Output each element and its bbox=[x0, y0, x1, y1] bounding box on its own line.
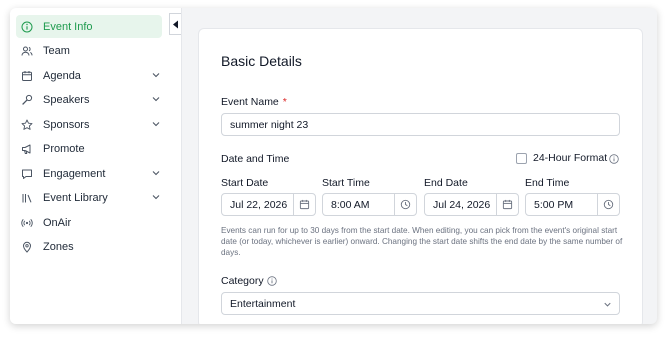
sidebar-item-label: Team bbox=[43, 44, 70, 57]
end-date-value: Jul 24, 2026 bbox=[433, 198, 491, 211]
sidebar-item-engagement[interactable]: Engagement bbox=[16, 162, 162, 185]
chevron-down-icon[interactable] bbox=[150, 93, 162, 105]
start-time-input[interactable]: 8:00 AM bbox=[322, 193, 417, 216]
star-icon bbox=[20, 118, 34, 132]
info-icon[interactable] bbox=[609, 154, 619, 164]
sidebar-item-label: OnAir bbox=[43, 216, 72, 229]
sidebar-item-label: Speakers bbox=[43, 93, 90, 106]
sidebar-item-label: Engagement bbox=[43, 167, 106, 180]
sidebar-item-event-library[interactable]: Event Library bbox=[16, 186, 162, 209]
chevron-down-icon[interactable] bbox=[150, 167, 162, 179]
megaphone-icon bbox=[20, 142, 34, 156]
date-help-text: Events can run for up to 30 days from th… bbox=[221, 226, 623, 258]
sidebar-item-label: Sponsors bbox=[43, 118, 90, 131]
calendar-icon bbox=[20, 69, 34, 83]
caret-left-icon bbox=[173, 20, 178, 28]
sidebar: Event Info Team Agenda Speakers Sponsors… bbox=[10, 8, 182, 324]
end-time-value: 5:00 PM bbox=[534, 198, 574, 211]
event-name-label: Event Name * bbox=[221, 96, 287, 108]
calendar-icon[interactable] bbox=[496, 194, 518, 215]
chevron-down-icon[interactable] bbox=[150, 69, 162, 81]
chevron-down-icon[interactable] bbox=[150, 118, 162, 130]
clock-icon[interactable] bbox=[394, 194, 416, 215]
info-icon[interactable] bbox=[267, 276, 277, 286]
chat-bubble-icon bbox=[20, 167, 34, 181]
start-date-input[interactable]: Jul 22, 2026 bbox=[221, 193, 316, 216]
sidebar-item-sponsors[interactable]: Sponsors bbox=[16, 113, 162, 136]
sidebar-item-label: Promote bbox=[43, 142, 85, 155]
start-time-label: Start Time bbox=[322, 177, 370, 189]
location-pin-icon bbox=[20, 240, 34, 254]
sidebar-collapse-button[interactable] bbox=[169, 13, 181, 35]
calendar-icon[interactable] bbox=[293, 194, 315, 215]
sidebar-item-promote[interactable]: Promote bbox=[16, 137, 162, 160]
start-date-label: Start Date bbox=[221, 177, 269, 189]
library-icon bbox=[20, 191, 34, 205]
date-time-heading: Date and Time bbox=[221, 153, 290, 165]
info-circle-icon bbox=[20, 20, 34, 34]
sidebar-item-agenda[interactable]: Agenda bbox=[16, 64, 162, 87]
24-hour-format-checkbox[interactable] bbox=[516, 153, 527, 164]
24-hour-format-label: 24-Hour Format bbox=[533, 152, 608, 164]
end-date-label: End Date bbox=[424, 177, 468, 189]
sidebar-item-event-info[interactable]: Event Info bbox=[16, 15, 162, 38]
people-icon bbox=[20, 44, 34, 58]
app-window: Event Info Team Agenda Speakers Sponsors… bbox=[10, 8, 657, 324]
broadcast-icon bbox=[20, 216, 34, 230]
sidebar-item-speakers[interactable]: Speakers bbox=[16, 88, 162, 111]
event-name-value: summer night 23 bbox=[230, 118, 309, 131]
end-date-input[interactable]: Jul 24, 2026 bbox=[424, 193, 519, 216]
sidebar-item-label: Agenda bbox=[43, 69, 81, 82]
category-value: Entertainment bbox=[230, 297, 296, 310]
basic-details-card: Basic Details Event Name * summer night 2… bbox=[198, 28, 643, 324]
sidebar-item-label: Event Info bbox=[43, 20, 93, 33]
clock-icon[interactable] bbox=[597, 194, 619, 215]
end-time-input[interactable]: 5:00 PM bbox=[525, 193, 620, 216]
section-title: Basic Details bbox=[221, 53, 302, 69]
sidebar-item-label: Event Library bbox=[43, 191, 108, 204]
sidebar-item-onair[interactable]: OnAir bbox=[16, 211, 162, 234]
category-label: Category bbox=[221, 275, 264, 287]
end-time-label: End Time bbox=[525, 177, 570, 189]
sidebar-item-label: Zones bbox=[43, 240, 74, 253]
category-select[interactable]: Entertainment bbox=[221, 292, 620, 315]
required-mark: * bbox=[282, 96, 287, 108]
sidebar-item-zones[interactable]: Zones bbox=[16, 235, 162, 258]
start-time-value: 8:00 AM bbox=[331, 198, 370, 211]
chevron-down-icon bbox=[604, 302, 611, 307]
start-date-value: Jul 22, 2026 bbox=[230, 198, 288, 211]
event-name-input[interactable]: summer night 23 bbox=[221, 113, 620, 136]
event-name-label-text: Event Name bbox=[221, 96, 279, 108]
chevron-down-icon[interactable] bbox=[150, 191, 162, 203]
microphone-icon bbox=[20, 93, 34, 107]
sidebar-item-team[interactable]: Team bbox=[16, 39, 162, 62]
